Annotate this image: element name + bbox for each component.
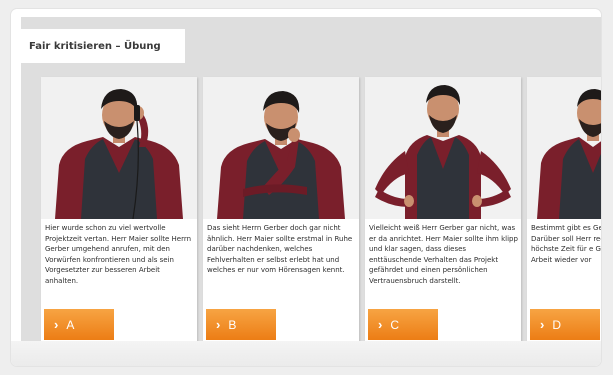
option-b-label: B bbox=[228, 317, 237, 332]
option-card-d: Bestimmt gibt es Gerbers veränder Darübe… bbox=[527, 77, 601, 343]
exercise-title-text: Fair kritisieren – Übung bbox=[29, 40, 161, 52]
option-c-label: C bbox=[390, 317, 400, 332]
option-b-button[interactable]: › B bbox=[206, 309, 276, 340]
option-card-b: Das sieht Herrn Gerber doch gar nicht äh… bbox=[203, 77, 359, 343]
option-text-b: Das sieht Herrn Gerber doch gar nicht äh… bbox=[207, 224, 353, 274]
option-card-a: Hier wurde schon zu viel wertvolle Proje… bbox=[41, 77, 197, 343]
chevron-right-icon: › bbox=[378, 317, 383, 332]
option-carousel: Hier wurde schon zu viel wertvolle Proje… bbox=[29, 77, 601, 347]
chevron-right-icon: › bbox=[216, 317, 221, 332]
chevron-right-icon: › bbox=[54, 317, 59, 332]
photo-man-thinking bbox=[203, 77, 359, 219]
exercise-title: Fair kritisieren – Übung bbox=[21, 29, 185, 63]
option-a-label: A bbox=[66, 317, 75, 332]
exercise-stage: Fair kritisieren – Übung Hier wurde scho… bbox=[21, 17, 601, 350]
panel-footer bbox=[11, 341, 601, 366]
photo-man-on-phone bbox=[41, 77, 197, 219]
option-d-button[interactable]: › D bbox=[530, 309, 600, 340]
exercise-panel: Fair kritisieren – Übung Hier wurde scho… bbox=[11, 9, 601, 366]
option-a-button[interactable]: › A bbox=[44, 309, 114, 340]
photo-man-partial bbox=[527, 77, 601, 219]
photo-man-hands-on-hips bbox=[365, 77, 521, 219]
option-d-label: D bbox=[552, 317, 562, 332]
option-c-button[interactable]: › C bbox=[368, 309, 438, 340]
option-text-d: Bestimmt gibt es Gerbers veränder Darübe… bbox=[531, 224, 601, 264]
option-text-c: Vielleicht weiß Herr Gerber gar nicht, w… bbox=[369, 224, 518, 285]
option-card-c: Vielleicht weiß Herr Gerber gar nicht, w… bbox=[365, 77, 521, 343]
chevron-right-icon: › bbox=[540, 317, 545, 332]
option-text-a: Hier wurde schon zu viel wertvolle Proje… bbox=[45, 224, 192, 285]
